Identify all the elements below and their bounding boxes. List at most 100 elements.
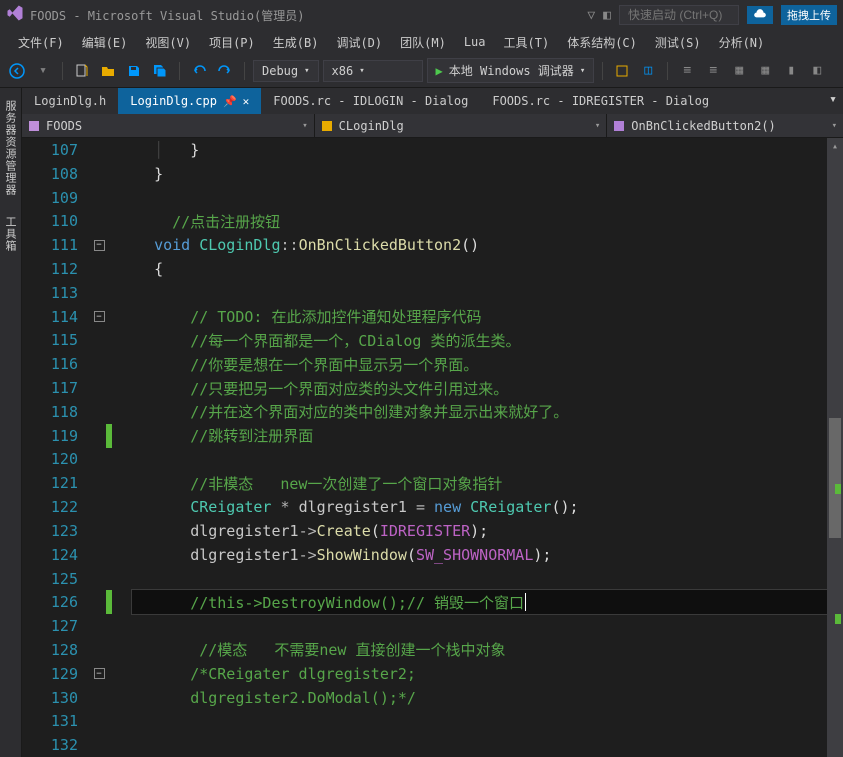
tb-find-button[interactable]: ◧: [806, 60, 828, 82]
gutter-row[interactable]: 124: [22, 543, 132, 567]
upload-button[interactable]: 拖拽上传: [781, 5, 837, 25]
code-line[interactable]: //非模态 new一次创建了一个窗口对象指针: [132, 471, 827, 495]
code-line[interactable]: dlgregister1->ShowWindow(SW_SHOWNORMAL);: [132, 543, 827, 567]
menu-edit[interactable]: 编辑(E): [74, 31, 136, 54]
fold-toggle[interactable]: −: [94, 240, 105, 251]
sidebar-tab-toolbox[interactable]: 工具箱: [0, 210, 21, 258]
code-line[interactable]: // TODO: 在此添加控件通知处理程序代码: [132, 305, 827, 329]
menu-file[interactable]: 文件(F): [10, 31, 72, 54]
doc-tab-idregister[interactable]: FOODS.rc - IDREGISTER - Dialog: [480, 88, 721, 114]
tb-outdent-button[interactable]: ≡: [676, 60, 698, 82]
code-lines[interactable]: │ } } //点击注册按钮 void CLoginDlg::OnBnClick…: [132, 138, 827, 757]
nav-function-dropdown[interactable]: OnBnClickedButton2()▾: [607, 114, 843, 137]
code-line[interactable]: │ }: [132, 138, 827, 162]
gutter-row[interactable]: 126: [22, 590, 132, 614]
gutter-row[interactable]: 107: [22, 138, 132, 162]
fold-toggle[interactable]: −: [94, 311, 105, 322]
save-button[interactable]: [123, 60, 145, 82]
code-line[interactable]: //跳转到注册界面: [132, 424, 827, 448]
code-line[interactable]: void CLoginDlg::OnBnClickedButton2(): [132, 233, 827, 257]
code-line[interactable]: [132, 567, 827, 591]
gutter-row[interactable]: 109: [22, 186, 132, 210]
vertical-scrollbar[interactable]: ▴: [827, 138, 843, 757]
menu-view[interactable]: 视图(V): [137, 31, 199, 54]
nav-class-dropdown[interactable]: CLoginDlg▾: [315, 114, 608, 137]
notifications-icon[interactable]: ▽: [587, 8, 595, 23]
code-line[interactable]: //模态 不需要new 直接创建一个栈中对象: [132, 638, 827, 662]
pin-icon[interactable]: 📌: [223, 95, 237, 108]
quick-launch-input[interactable]: [619, 5, 739, 25]
nav-fwd-button[interactable]: ▾: [32, 60, 54, 82]
menu-architecture[interactable]: 体系结构(C): [559, 31, 645, 54]
scroll-thumb[interactable]: [829, 418, 841, 538]
gutter-row[interactable]: 117: [22, 376, 132, 400]
code-line[interactable]: //你要是想在一个界面中显示另一个界面。: [132, 352, 827, 376]
gutter-row[interactable]: 123: [22, 519, 132, 543]
code-line[interactable]: //每一个界面都是一个，CDialog 类的派生类。: [132, 329, 827, 353]
feedback-icon[interactable]: ◧: [603, 8, 611, 23]
code-line[interactable]: dlgregister1->Create(IDREGISTER);: [132, 519, 827, 543]
code-line[interactable]: [132, 733, 827, 757]
gutter-row[interactable]: 121: [22, 471, 132, 495]
nav-scope-dropdown[interactable]: FOODS▾: [22, 114, 315, 137]
gutter-row[interactable]: 113: [22, 281, 132, 305]
nav-back-button[interactable]: [6, 60, 28, 82]
gutter-row[interactable]: 115: [22, 329, 132, 353]
tb-icon-2[interactable]: ◫: [637, 60, 659, 82]
open-button[interactable]: [97, 60, 119, 82]
code-line[interactable]: dlgregister2.DoModal();*/: [132, 686, 827, 710]
code-line[interactable]: /*CReigater dlgregister2;: [132, 662, 827, 686]
gutter-row[interactable]: 116: [22, 352, 132, 376]
menu-tools[interactable]: 工具(T): [496, 31, 558, 54]
code-line[interactable]: //点击注册按钮: [132, 209, 827, 233]
gutter-row[interactable]: 114−: [22, 305, 132, 329]
gutter-row[interactable]: 111−: [22, 233, 132, 257]
tb-bookmark-button[interactable]: ▮: [780, 60, 802, 82]
gutter-row[interactable]: 125: [22, 567, 132, 591]
tab-overflow-button[interactable]: ▾: [823, 88, 843, 114]
new-file-button[interactable]: [71, 60, 93, 82]
gutter-row[interactable]: 110: [22, 209, 132, 233]
gutter-row[interactable]: 132: [22, 733, 132, 757]
gutter-row[interactable]: 118: [22, 400, 132, 424]
gutter-row[interactable]: 119: [22, 424, 132, 448]
code-editor[interactable]: ╬ 107108109110111−112113114−115116117118…: [22, 138, 843, 757]
gutter-row[interactable]: 130: [22, 686, 132, 710]
code-line[interactable]: //并在这个界面对应的类中创建对象并显示出来就好了。: [132, 400, 827, 424]
code-line[interactable]: [132, 281, 827, 305]
solution-platform-dropdown[interactable]: x86▾: [323, 60, 423, 82]
code-line[interactable]: //this->DestroyWindow();// 销毁一个窗口: [132, 590, 827, 614]
menu-lua[interactable]: Lua: [456, 32, 494, 52]
doc-tab-logindlg-cpp[interactable]: LoginDlg.cpp📌✕: [118, 88, 261, 114]
menu-test[interactable]: 测试(S): [647, 31, 709, 54]
code-line[interactable]: [132, 448, 827, 472]
sidebar-tab-server-explorer[interactable]: 服务器资源管理器: [0, 94, 21, 202]
gutter-row[interactable]: 127: [22, 614, 132, 638]
menu-team[interactable]: 团队(M): [392, 31, 454, 54]
tb-icon-1[interactable]: [611, 60, 633, 82]
menu-debug[interactable]: 调试(D): [328, 31, 390, 54]
fold-toggle[interactable]: −: [94, 668, 105, 679]
doc-tab-idlogin[interactable]: FOODS.rc - IDLOGIN - Dialog: [261, 88, 480, 114]
code-line[interactable]: CReigater * dlgregister1 = new CReigater…: [132, 495, 827, 519]
undo-button[interactable]: [188, 60, 210, 82]
doc-tab-logindlg-h[interactable]: LoginDlg.h: [22, 88, 118, 114]
gutter-row[interactable]: 131: [22, 710, 132, 734]
tb-indent-button[interactable]: ≡: [702, 60, 724, 82]
gutter-row[interactable]: 108: [22, 162, 132, 186]
scroll-up-button[interactable]: ▴: [827, 138, 843, 154]
code-line[interactable]: }: [132, 162, 827, 186]
tb-comment-button[interactable]: ▦: [728, 60, 750, 82]
gutter-row[interactable]: 120: [22, 448, 132, 472]
code-line[interactable]: [132, 710, 827, 734]
code-line[interactable]: [132, 186, 827, 210]
code-line[interactable]: [132, 614, 827, 638]
gutter-row[interactable]: 112: [22, 257, 132, 281]
code-line[interactable]: {: [132, 257, 827, 281]
gutter-row[interactable]: 129−: [22, 662, 132, 686]
gutter-row[interactable]: 128: [22, 638, 132, 662]
save-all-button[interactable]: [149, 60, 171, 82]
code-line[interactable]: //只要把另一个界面对应类的头文件引用过来。: [132, 376, 827, 400]
menu-analyze[interactable]: 分析(N): [711, 31, 773, 54]
solution-config-dropdown[interactable]: Debug▾: [253, 60, 319, 82]
